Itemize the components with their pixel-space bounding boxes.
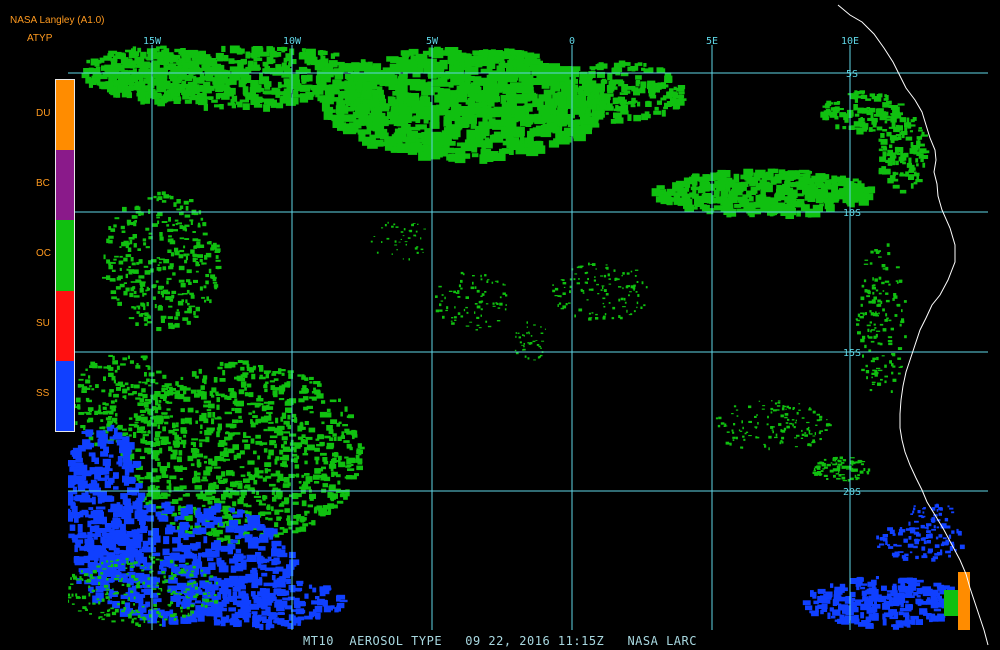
legend-swatch-oc: [56, 220, 74, 291]
longitude-label: 10W: [283, 36, 302, 47]
aerosol-pixels-layer: [68, 45, 970, 630]
header-title: NASA Langley (A1.0): [10, 15, 105, 26]
longitude-label: 5E: [706, 36, 718, 47]
aerosol-legend: [55, 79, 75, 432]
legend-label-ss: SS: [36, 388, 50, 399]
legend-label-du: DU: [36, 108, 51, 119]
latitude-label: 15S: [843, 348, 861, 359]
legend-swatch-ss: [56, 360, 74, 431]
legend-label-bc: BC: [36, 178, 50, 189]
longitude-label: 0: [569, 36, 575, 47]
latitude-label: 10S: [843, 208, 861, 219]
legend-swatch-du: [56, 80, 74, 151]
legend-swatch-bc: [56, 150, 74, 221]
product-code: ATYP: [27, 33, 53, 44]
latitude-label: 20S: [843, 487, 861, 498]
latitude-label: 5S: [846, 69, 858, 80]
longitude-label: 10E: [841, 36, 859, 47]
legend-label-su: SU: [36, 318, 50, 329]
africa-coastline: [837, 4, 989, 646]
longitude-label: 15W: [143, 36, 162, 47]
image-caption: MT10 AEROSOL TYPE 09 22, 2016 11:15Z NAS…: [303, 634, 697, 648]
legend-swatch-su: [56, 290, 74, 361]
legend-label-oc: OC: [36, 248, 51, 259]
aerosol-type-map: 15W 10W 5W 0 5E 10E 5S 10S 15S 20S: [68, 4, 989, 646]
longitude-label: 5W: [426, 36, 439, 47]
